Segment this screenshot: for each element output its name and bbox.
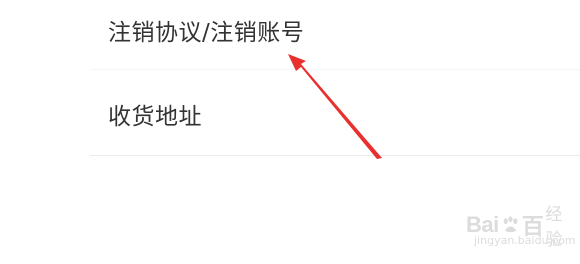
row-divider — [90, 69, 580, 70]
cancel-agreement-account-label: 注销协议/注销账号 — [108, 20, 305, 46]
baidu-jingyan-watermark: Bai 百 经验 jingyan.baidu.com — [466, 196, 578, 260]
row-divider — [90, 155, 580, 156]
watermark-url: jingyan.baidu.com — [474, 234, 576, 247]
cancel-agreement-account-row[interactable]: 注销协议/注销账号 — [90, 0, 580, 65]
shipping-address-label: 收货地址 — [108, 104, 202, 130]
paw-icon — [503, 216, 518, 233]
shipping-address-row[interactable]: 收货地址 — [90, 79, 580, 149]
